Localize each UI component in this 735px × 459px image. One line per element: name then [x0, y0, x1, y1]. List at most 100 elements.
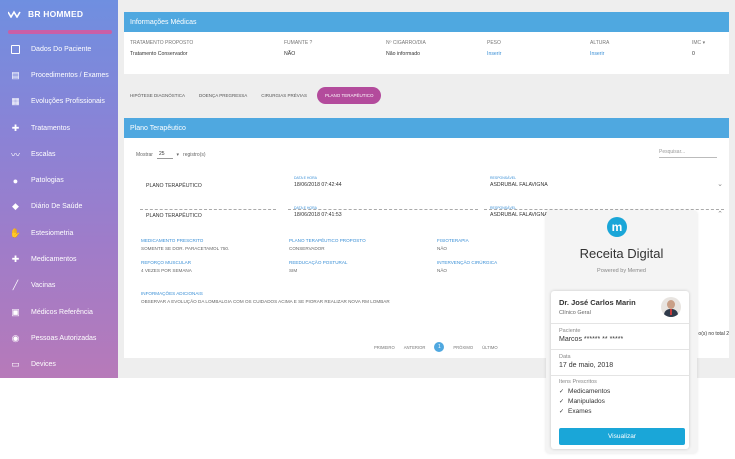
doctor-name: Dr. José Carlos Marin	[559, 298, 636, 307]
sidebar-item-dados-paciente[interactable]: Dados Do Paciente	[0, 36, 118, 62]
info-imc: IMC ▾ 0	[692, 40, 706, 57]
sidebar-item-patologias[interactable]: ● Patologias	[0, 167, 118, 193]
tab-bar: HIPÓTESE DIAGNÓSTICA DOENÇA PREGRESSA CI…	[130, 87, 395, 104]
list-item: Medicamentos	[559, 388, 610, 395]
trend-icon: 〰	[10, 149, 20, 160]
pager-first[interactable]: PRIMEIRO	[374, 345, 395, 350]
info-card: Informações Médicas TRATAMENTO PROPOSTO T…	[124, 12, 729, 74]
sidebar-item-label: Vacinas	[31, 282, 56, 290]
sidebar-item-label: Pessoas Autorizadas	[31, 334, 97, 342]
notes-icon: ▦	[11, 96, 20, 107]
pagination: PRIMEIRO ANTERIOR 1 PRÓXIMO ÚLTIMO	[374, 342, 507, 352]
sidebar-item-label: Devices	[31, 361, 56, 369]
powered-by: Powered by Memed	[597, 268, 646, 274]
tab-doenca-pregressa[interactable]: DOENÇA PREGRESSA	[199, 93, 247, 98]
brand-logo-icon	[8, 10, 21, 18]
app-window: BR HOMMED Dados Do Paciente ▤ Procediment…	[0, 0, 735, 459]
sidebar-item-label: Escalas	[31, 150, 56, 158]
syringe-icon: ╱	[12, 280, 19, 291]
tab-cirurgias[interactable]: CIRURGIAS PRÉVIAS	[261, 93, 307, 98]
patient-label: Paciente	[559, 328, 581, 334]
sidebar-item-label: Medicamentos	[31, 256, 77, 264]
info-fumante: FUMANTE ? NÃO	[284, 40, 313, 57]
person-icon: ◉	[11, 332, 20, 343]
page-size-select[interactable]: 25	[156, 151, 173, 159]
brand[interactable]: BR HOMMED	[0, 0, 118, 28]
sidebar-item-label: Procedimentos / Exames	[31, 71, 109, 79]
sidebar-item-medicamentos[interactable]: ✚ Medicamentos	[0, 246, 118, 272]
sidebar-item-vacinas[interactable]: ╱ Vacinas	[0, 273, 118, 299]
sidebar-item-label: Patologias	[31, 177, 64, 185]
doctor-specialty: Clínico Geral	[559, 310, 591, 316]
file-icon: ▤	[11, 69, 20, 80]
pager-next[interactable]: PRÓXIMO	[453, 345, 473, 350]
memed-logo-icon: m	[607, 217, 627, 237]
sidebar-item-evolucoes[interactable]: ▦ Evoluções Profissionais	[0, 89, 118, 115]
pager-current[interactable]: 1	[434, 342, 445, 352]
search-input[interactable]: Pesquisar...	[659, 149, 717, 158]
prescription-date: 17 de maio, 2018	[559, 362, 614, 369]
sidebar-item-label: Tratamentos	[31, 124, 71, 132]
list-item: Exames	[559, 408, 591, 415]
avatar	[661, 297, 681, 317]
pager-prev[interactable]: ANTERIOR	[404, 345, 426, 350]
page-size-control: Mostrar 25 ▾ registro(s)	[136, 151, 206, 159]
detail-medicamento: MEDICAMENTO PRESCRITO SOMENTE SE DOR. PAR…	[141, 238, 230, 251]
detail-informacoes: INFORMAÇÕES ADICIONAIS OBSERVAR A EVOLUÇÃ…	[141, 291, 390, 304]
info-altura: ALTURA Inserir	[590, 40, 610, 57]
list-item: Manipulados	[559, 398, 605, 405]
altura-insert-link[interactable]: Inserir	[590, 51, 609, 57]
visualizar-button[interactable]: Visualizar	[559, 428, 685, 445]
hand-icon: ✋	[9, 227, 22, 238]
sidebar: BR HOMMED Dados Do Paciente ▤ Procediment…	[0, 0, 118, 378]
receita-title: Receita Digital	[579, 246, 664, 261]
patient-name: Marcos ****** ** *****	[559, 336, 624, 343]
sidebar-item-label: Evoluções Profissionais	[31, 98, 105, 106]
info-peso: PESO Inserir	[487, 40, 502, 57]
sidebar-item-label: Diário De Saúde	[31, 203, 83, 211]
sidebar-item-label: Médicos Referência	[31, 308, 93, 316]
items-label: Itens Prescritos	[559, 379, 597, 385]
detail-intervencao: INTERVENÇÃO CIRÚRGICA NÃO	[437, 260, 498, 273]
badge-icon: ▣	[11, 306, 20, 317]
id-card-icon	[10, 44, 21, 55]
tab-hipotese[interactable]: HIPÓTESE DIAGNÓSTICA	[130, 93, 185, 98]
info-card-title: Informações Médicas	[124, 12, 729, 32]
pills-icon: ●	[12, 175, 19, 186]
sidebar-item-label: Dados Do Paciente	[31, 45, 92, 53]
brand-underline	[8, 30, 112, 34]
info-tratamento: TRATAMENTO PROPOSTO Tratamento Conservado…	[130, 40, 194, 57]
pager-last[interactable]: ÚLTIMO	[482, 345, 498, 350]
receita-digital-panel: m Receita Digital Powered by Memed Dr. J…	[546, 211, 697, 453]
devices-icon: ▭	[11, 359, 20, 370]
detail-reeducacao: REEDUCAÇÃO POSTURAL SIM	[289, 260, 348, 273]
detail-plano-proposto: PLANO TERAPÊUTICO PROPOSTO CONSERVADOR	[289, 238, 366, 251]
chevron-down-icon[interactable]: ⌄	[717, 180, 723, 188]
sidebar-nav: Dados Do Paciente ▤ Procedimentos / Exame…	[0, 36, 118, 378]
info-cigarros: Nº CIGARRO/DIA Não informado	[386, 40, 426, 57]
sidebar-item-estesiometria[interactable]: ✋ Estesiometria	[0, 220, 118, 246]
sidebar-item-tratamentos[interactable]: ✚ Tratamentos	[0, 115, 118, 141]
plan-card-title: Plano Terapêutico	[124, 118, 729, 138]
peso-insert-link[interactable]: Inserir	[487, 51, 501, 57]
sort-icon: ▾	[702, 40, 706, 46]
total-count: o(s) no total 2	[698, 331, 729, 337]
brand-name: BR HOMMED	[28, 9, 84, 19]
tag-icon: ◆	[12, 201, 19, 212]
detail-reforco: REFORÇO MUSCULAR 4 VEZES POR SEMANA	[141, 260, 192, 273]
bandage-icon: ✚	[11, 122, 20, 133]
tab-plano-terapeutico[interactable]: PLANO TERAPÊUTICO	[317, 87, 382, 104]
prescription-card: Dr. José Carlos Marin Clínico Geral Paci…	[551, 291, 689, 449]
detail-fisioterapia: FISIOTERAPIA NÃO	[437, 238, 469, 251]
sidebar-item-escalas[interactable]: 〰 Escalas	[0, 141, 118, 167]
chevron-up-icon[interactable]: ⌃	[717, 210, 723, 218]
chevron-down-icon: ▾	[176, 152, 180, 158]
date-label: Data	[559, 354, 571, 360]
sidebar-item-procedimentos[interactable]: ▤ Procedimentos / Exames	[0, 62, 118, 88]
sidebar-item-medicos-referencia[interactable]: ▣ Médicos Referência	[0, 299, 118, 325]
bandage-icon: ✚	[11, 254, 20, 265]
sidebar-item-diario-saude[interactable]: ◆ Diário De Saúde	[0, 194, 118, 220]
sidebar-item-label: Estesiometria	[31, 229, 74, 237]
sidebar-item-pessoas-autorizadas[interactable]: ◉ Pessoas Autorizadas	[0, 325, 118, 351]
sidebar-item-devices[interactable]: ▭ Devices	[0, 352, 118, 378]
